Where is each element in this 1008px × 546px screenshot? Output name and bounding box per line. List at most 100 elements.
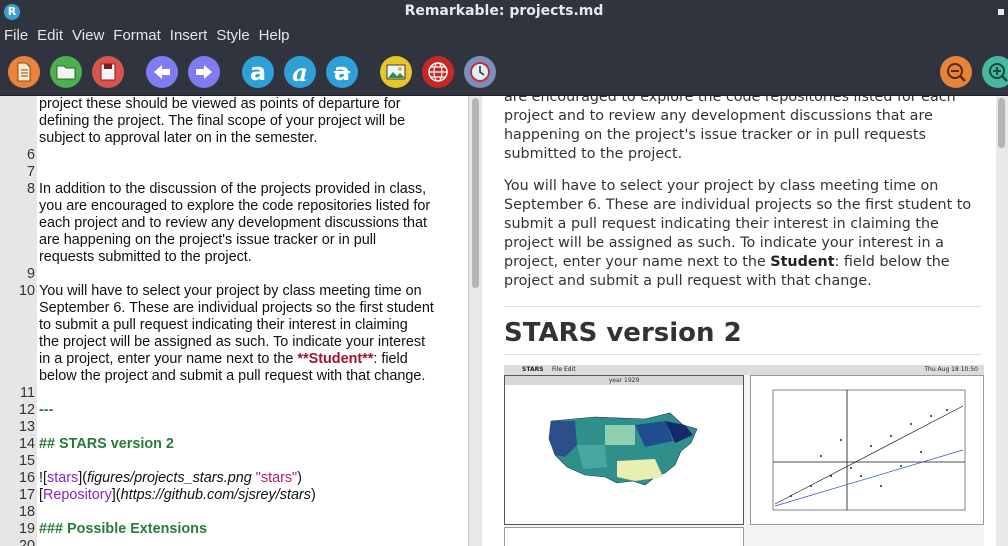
- line-number: 8: [26, 181, 35, 197]
- editor-line[interactable]: September 6. These are individual projec…: [0, 300, 468, 317]
- editor-token: : field: [373, 351, 408, 367]
- editor-text-area[interactable]: project these should be viewed as points…: [0, 96, 468, 546]
- menu-edit[interactable]: Edit: [37, 24, 70, 48]
- editor-line[interactable]: subject to approval later on in the seme…: [0, 130, 468, 147]
- markdown-bold: **Student**: [297, 351, 374, 367]
- bold-icon: a: [249, 58, 267, 86]
- editor-token: ): [310, 487, 316, 503]
- preview-line: project, enter your name next to the Stu…: [504, 253, 974, 272]
- line-number: 18: [18, 504, 35, 520]
- editor-line[interactable]: defining the project. The final scope of…: [0, 113, 468, 130]
- preview-line: project and to review any development di…: [504, 108, 933, 124]
- menu-format[interactable]: Format: [113, 24, 168, 48]
- undo-button[interactable]: [146, 56, 178, 88]
- stars-image-app-name: STARS: [522, 366, 544, 373]
- zoom-out-button[interactable]: [940, 56, 972, 88]
- preview-line: September 6. These are individual projec…: [504, 197, 972, 213]
- editor-line[interactable]: 10 You will have to select your project b…: [0, 283, 468, 300]
- line-number: 12: [18, 402, 35, 418]
- menu-help[interactable]: Help: [259, 24, 297, 48]
- editor-line[interactable]: 15: [0, 453, 468, 470]
- preview-text: project, enter your name next to the: [504, 254, 771, 270]
- preview-scrollbar-thumb[interactable]: [998, 98, 1005, 148]
- preview-line: submitted to the project.: [504, 146, 683, 162]
- editor-line[interactable]: project these should be viewed as points…: [0, 96, 468, 113]
- line-number: 7: [26, 164, 35, 180]
- line-number: 13: [18, 419, 35, 435]
- editor-line[interactable]: 16 ![stars](figures/projects_stars.png "s…: [0, 470, 468, 487]
- editor-line[interactable]: 13: [0, 419, 468, 436]
- window-controls: [998, 0, 1004, 24]
- preview-line: You will have to select your project by …: [504, 178, 939, 194]
- strikethrough-button[interactable]: a: [326, 56, 358, 88]
- editor-line[interactable]: 9: [0, 266, 468, 283]
- bold-button[interactable]: a: [242, 56, 274, 88]
- editor-line[interactable]: you are encouraged to explore the code r…: [0, 198, 468, 215]
- arrow-left-icon: [154, 65, 170, 79]
- menu-bar: File Edit View Format Insert Style Help: [0, 24, 1008, 48]
- menu-file[interactable]: File: [4, 24, 35, 48]
- editor-line-text: are happening on the project's issue tra…: [39, 232, 377, 248]
- editor-line-text: in a project, enter your name next to th…: [39, 351, 408, 368]
- arrow-right-icon: [196, 65, 212, 79]
- menu-insert[interactable]: Insert: [170, 24, 215, 48]
- editor-line[interactable]: 6: [0, 147, 468, 164]
- editor-line[interactable]: 18: [0, 504, 468, 521]
- insert-timestamp-button[interactable]: [464, 56, 496, 88]
- editor-line[interactable]: 19 ### Possible Extensions: [0, 521, 468, 538]
- redo-button[interactable]: [188, 56, 220, 88]
- editor-line[interactable]: 17 [Repository](https://github.com/sjsrey…: [0, 487, 468, 504]
- editor-line[interactable]: below the project and submit a pull requ…: [0, 368, 468, 385]
- italic-button[interactable]: a: [284, 56, 316, 88]
- preview-line: submit a pull request indicating their i…: [504, 216, 939, 232]
- open-file-button[interactable]: [50, 56, 82, 88]
- editor-line-text: below the project and submit a pull requ…: [39, 368, 426, 384]
- stars-image-menu-items: File Edit: [552, 366, 576, 373]
- save-button[interactable]: [92, 56, 124, 88]
- stars-image-menubar: STARS File Edit Thu Aug 18 10:50: [504, 365, 984, 375]
- editor-line[interactable]: 11: [0, 385, 468, 402]
- editor-line-text: requests submitted to the project.: [39, 249, 252, 265]
- editor-line[interactable]: 8 In addition to the discussion of the pr…: [0, 181, 468, 198]
- preview-text: : field below the: [834, 254, 950, 270]
- preview-scrollbar[interactable]: [996, 96, 1008, 546]
- editor-line-text: you are encouraged to explore the code r…: [39, 198, 431, 214]
- preview-horizontal-rule: [504, 306, 982, 307]
- insert-image-button[interactable]: [380, 56, 412, 88]
- editor-line-text: each project and to review any developme…: [39, 215, 427, 231]
- strikethrough-icon: a: [333, 58, 351, 86]
- editor-line[interactable]: 20: [0, 538, 468, 546]
- line-number: 6: [26, 147, 35, 163]
- new-document-button[interactable]: [8, 56, 40, 88]
- editor-line-text: ---: [39, 402, 53, 419]
- editor-line[interactable]: each project and to review any developme…: [0, 215, 468, 232]
- clock-icon: [470, 62, 490, 82]
- zoom-in-icon: [989, 63, 1008, 82]
- italic-icon: a: [292, 57, 308, 87]
- editor-line[interactable]: 12 ---: [0, 402, 468, 419]
- menu-view[interactable]: View: [72, 24, 111, 48]
- editor-line[interactable]: are happening on the project's issue tra…: [0, 232, 468, 249]
- window-control-button[interactable]: [998, 9, 1004, 15]
- editor-line[interactable]: in a project, enter your name next to th…: [0, 351, 468, 368]
- line-number: 11: [20, 385, 35, 401]
- stars-bottom-window: [504, 527, 744, 546]
- menu-style[interactable]: Style: [216, 24, 256, 48]
- editor-line-text: You will have to select your project by …: [39, 283, 422, 299]
- editor-line[interactable]: to submit a pull request indicating thei…: [0, 317, 468, 334]
- markdown-link-text: Repository: [43, 487, 112, 503]
- editor-line[interactable]: the project will be assigned as such. To…: [0, 334, 468, 351]
- editor-scrollbar-thumb[interactable]: [472, 98, 479, 288]
- preview-line: project will be assigned as such. To ind…: [504, 235, 944, 251]
- zoom-out-icon: [947, 63, 966, 82]
- line-number: 19: [18, 521, 35, 537]
- insert-link-button[interactable]: [422, 56, 454, 88]
- zoom-in-button[interactable]: [982, 56, 1008, 88]
- line-number: 20: [18, 538, 35, 546]
- editor-scrollbar[interactable]: [468, 96, 482, 546]
- editor-line[interactable]: 7: [0, 164, 468, 181]
- editor-line[interactable]: 14 ## STARS version 2: [0, 436, 468, 453]
- preview-paragraph-1: are encouraged to explore the code repos…: [504, 96, 974, 164]
- editor-line[interactable]: requests submitted to the project.: [0, 249, 468, 266]
- markdown-editor[interactable]: project these should be viewed as points…: [0, 96, 468, 546]
